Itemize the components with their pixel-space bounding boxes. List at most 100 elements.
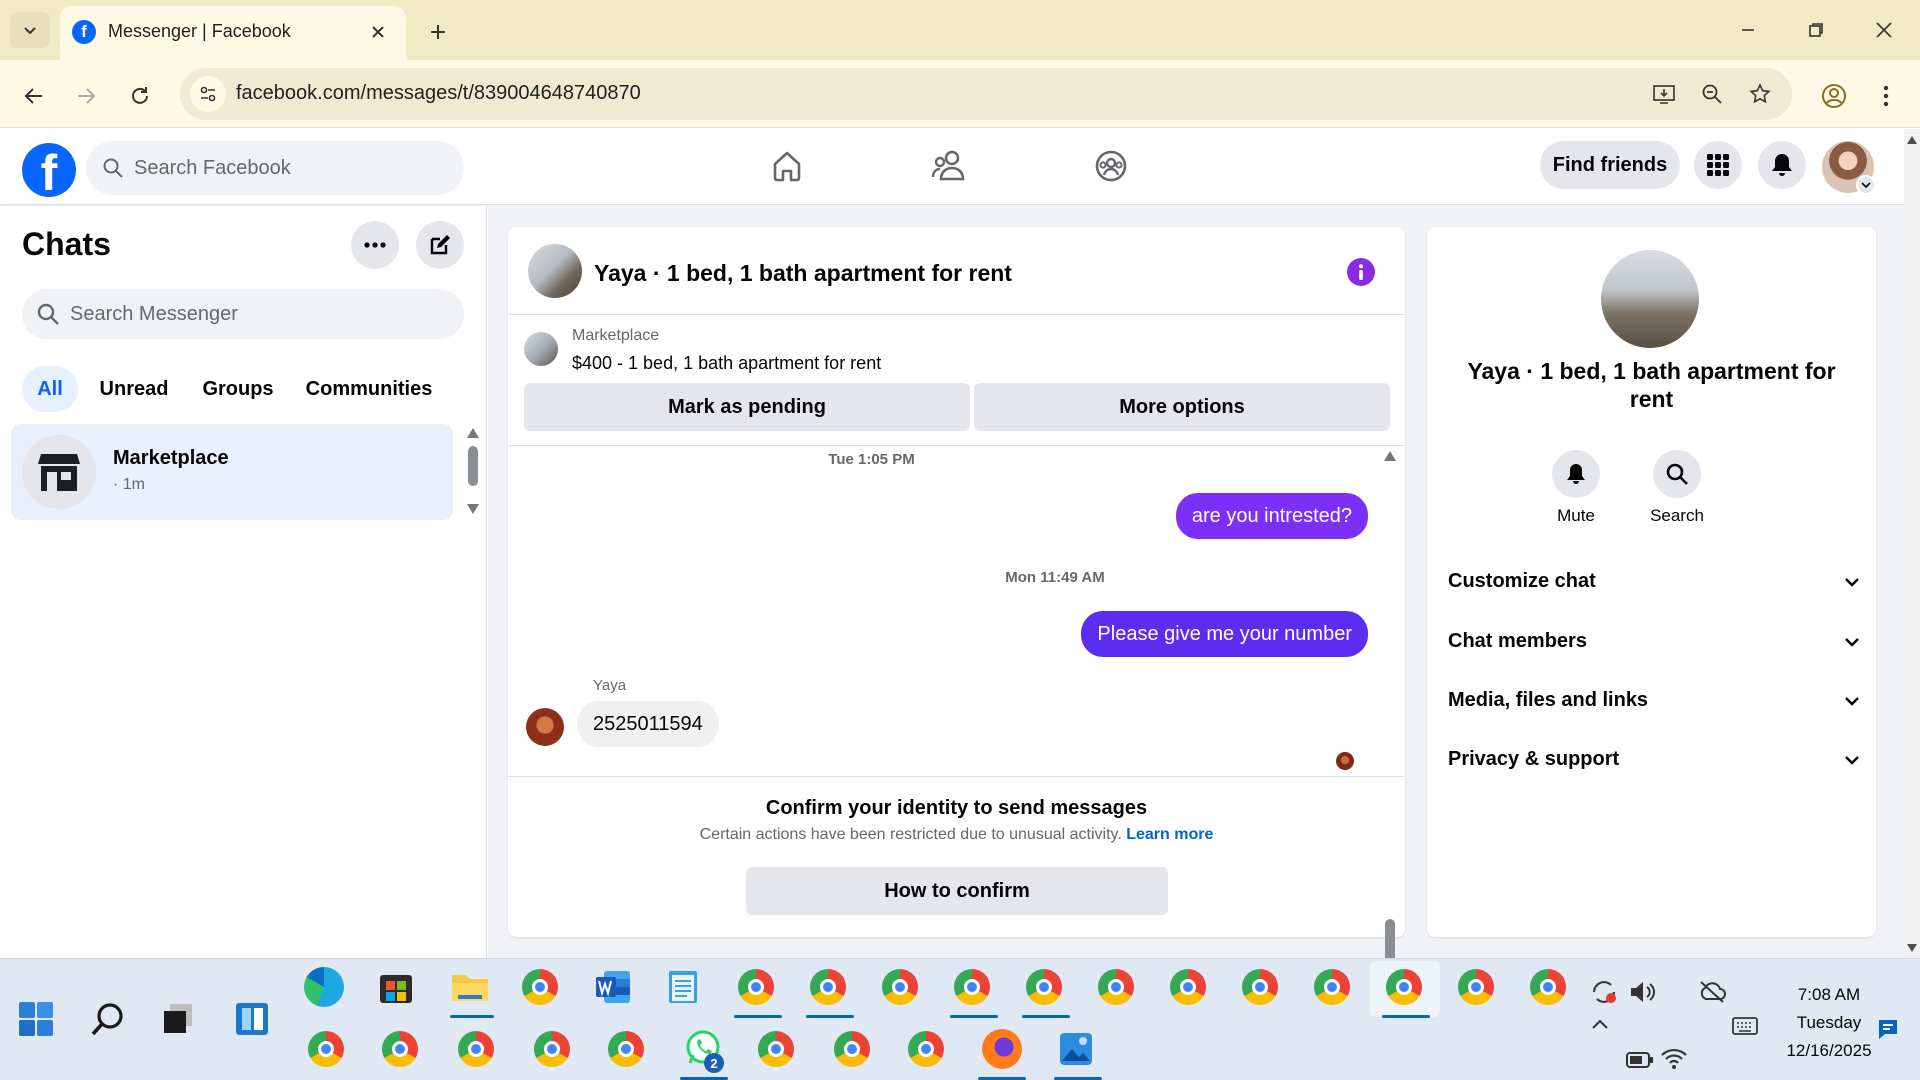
sender-avatar[interactable] xyxy=(526,708,564,746)
notepad-icon[interactable] xyxy=(666,967,706,1007)
page-scrollbar[interactable] xyxy=(1904,129,1920,958)
minimize-window-button[interactable] xyxy=(1728,12,1768,48)
chrome-profile-icon[interactable] xyxy=(1458,969,1498,1009)
conversation-title[interactable]: Yaya · 1 bed, 1 bath apartment for rent xyxy=(594,260,1012,287)
browser-tab-messenger[interactable]: f Messenger | Facebook xyxy=(60,6,406,60)
install-app-button[interactable] xyxy=(1648,78,1680,110)
new-message-button[interactable] xyxy=(416,221,464,269)
scroll-thumb[interactable] xyxy=(468,446,478,486)
chrome-profile-icon[interactable] xyxy=(810,969,850,1009)
site-info-button[interactable] xyxy=(190,76,226,112)
chrome-profile-icon[interactable] xyxy=(1098,969,1138,1009)
keyboard-icon[interactable] xyxy=(1732,1017,1758,1035)
url-text[interactable]: facebook.com/messages/t/839004648740870 xyxy=(236,82,641,105)
taskbar-search-icon[interactable] xyxy=(90,1001,126,1037)
learn-more-link[interactable]: Learn more xyxy=(1126,826,1213,843)
taskbar-clock[interactable]: 7:08 AM Tuesday 12/16/2025 xyxy=(1764,981,1894,1065)
chrome-profile-icon[interactable] xyxy=(1242,969,1282,1009)
find-friends-button[interactable]: Find friends xyxy=(1540,141,1680,189)
nav-friends[interactable] xyxy=(922,141,976,191)
outgoing-message-bubble[interactable]: Please give me your number xyxy=(1081,611,1368,657)
search-action[interactable]: Search xyxy=(1642,450,1712,526)
microsoft-store-icon[interactable] xyxy=(378,969,418,1009)
close-window-button[interactable] xyxy=(1864,12,1904,48)
chat-options-button[interactable] xyxy=(351,221,399,269)
chrome-profile-icon[interactable] xyxy=(382,1031,422,1071)
how-to-confirm-button[interactable]: How to confirm xyxy=(746,867,1168,915)
scroll-up-arrow-icon[interactable] xyxy=(1907,136,1917,144)
menu-button[interactable] xyxy=(1694,141,1742,189)
file-explorer-icon[interactable] xyxy=(450,969,490,1009)
account-menu-chevron[interactable] xyxy=(1856,175,1876,195)
chrome-profile-icon[interactable] xyxy=(1530,969,1570,1009)
media-files-links-section[interactable]: Media, files and links xyxy=(1448,689,1860,712)
chat-list-item[interactable]: Marketplace · 1m xyxy=(11,424,453,520)
chrome-profile-icon[interactable] xyxy=(908,1031,948,1071)
close-tab-button[interactable] xyxy=(364,18,392,46)
profile-button[interactable] xyxy=(1814,76,1854,116)
scroll-down-arrow-icon[interactable] xyxy=(1907,944,1917,952)
new-tab-button[interactable] xyxy=(420,14,456,50)
chrome-profile-icon[interactable] xyxy=(608,1031,648,1071)
customize-chat-section[interactable]: Customize chat xyxy=(1448,570,1860,593)
chat-list-scrollbar[interactable] xyxy=(466,428,480,514)
chrome-profile-icon[interactable] xyxy=(1026,969,1066,1009)
chrome-profile-icon[interactable] xyxy=(882,969,922,1009)
wifi-icon[interactable] xyxy=(1660,1047,1688,1071)
chrome-profile-icon[interactable] xyxy=(308,1031,348,1071)
facebook-logo[interactable]: f xyxy=(22,143,76,197)
scroll-up-arrow-icon[interactable] xyxy=(1384,451,1396,461)
outgoing-message-bubble[interactable]: are you intrested? xyxy=(1175,493,1368,539)
chrome-profile-icon[interactable] xyxy=(1170,969,1210,1009)
filter-communities[interactable]: Communities xyxy=(296,366,442,412)
forward-button[interactable] xyxy=(66,76,106,116)
filter-unread[interactable]: Unread xyxy=(88,366,180,412)
chrome-profile-icon[interactable] xyxy=(534,1031,574,1071)
volume-icon[interactable] xyxy=(1628,979,1656,1005)
notifications-button[interactable] xyxy=(1758,141,1806,189)
tab-search-button[interactable] xyxy=(10,12,50,48)
reload-button[interactable] xyxy=(120,76,160,116)
messenger-search-box[interactable]: Search Messenger xyxy=(22,289,464,339)
listing-large-avatar[interactable] xyxy=(1601,250,1699,348)
chrome-profile-icon[interactable] xyxy=(954,969,994,1009)
incoming-message-bubble[interactable]: 2525011594 xyxy=(577,701,719,747)
chrome-profile-icon[interactable] xyxy=(1314,969,1354,1009)
chrome-profile-icon[interactable] xyxy=(834,1031,874,1071)
back-button[interactable] xyxy=(14,76,54,116)
mark-as-pending-button[interactable]: Mark as pending xyxy=(524,383,970,431)
listing-description[interactable]: $400 - 1 bed, 1 bath apartment for rent xyxy=(572,353,881,374)
chrome-profile-icon[interactable] xyxy=(758,1031,798,1071)
more-options-button[interactable]: More options xyxy=(974,383,1390,431)
nav-home[interactable] xyxy=(760,141,814,191)
chrome-active-window-icon[interactable] xyxy=(1386,969,1426,1009)
chrome-profile-icon[interactable] xyxy=(738,969,778,1009)
filter-all[interactable]: All xyxy=(22,366,78,412)
photos-icon[interactable] xyxy=(1058,1031,1098,1071)
word-icon[interactable] xyxy=(594,969,634,1009)
widgets-icon[interactable] xyxy=(234,1001,270,1037)
notification-center-icon[interactable] xyxy=(1876,1017,1900,1041)
bookmark-button[interactable] xyxy=(1744,78,1776,110)
task-view-icon[interactable] xyxy=(160,1001,196,1037)
chrome-profile-icon[interactable] xyxy=(458,1031,498,1071)
edge-icon[interactable] xyxy=(304,967,344,1007)
nav-groups[interactable] xyxy=(1084,141,1138,191)
privacy-support-section[interactable]: Privacy & support xyxy=(1448,748,1860,771)
messages-scrollbar[interactable] xyxy=(1383,451,1397,999)
battery-icon[interactable] xyxy=(1626,1051,1654,1069)
address-bar[interactable]: facebook.com/messages/t/839004648740870 xyxy=(180,68,1792,120)
facebook-search-box[interactable]: Search Facebook xyxy=(86,141,464,195)
chat-members-section[interactable]: Chat members xyxy=(1448,630,1860,653)
filter-groups[interactable]: Groups xyxy=(192,366,284,412)
firefox-icon[interactable] xyxy=(982,1029,1022,1069)
windows-start-icon[interactable] xyxy=(18,1001,54,1037)
chrome-icon[interactable] xyxy=(522,969,562,1009)
search-conversation-button[interactable] xyxy=(1653,450,1701,498)
sync-icon[interactable] xyxy=(1590,979,1618,1005)
chevron-up-icon[interactable] xyxy=(1590,1017,1610,1031)
browser-menu-button[interactable] xyxy=(1866,76,1906,116)
zoom-button[interactable] xyxy=(1696,78,1728,110)
listing-avatar[interactable] xyxy=(528,244,582,298)
mute-button[interactable] xyxy=(1552,450,1600,498)
